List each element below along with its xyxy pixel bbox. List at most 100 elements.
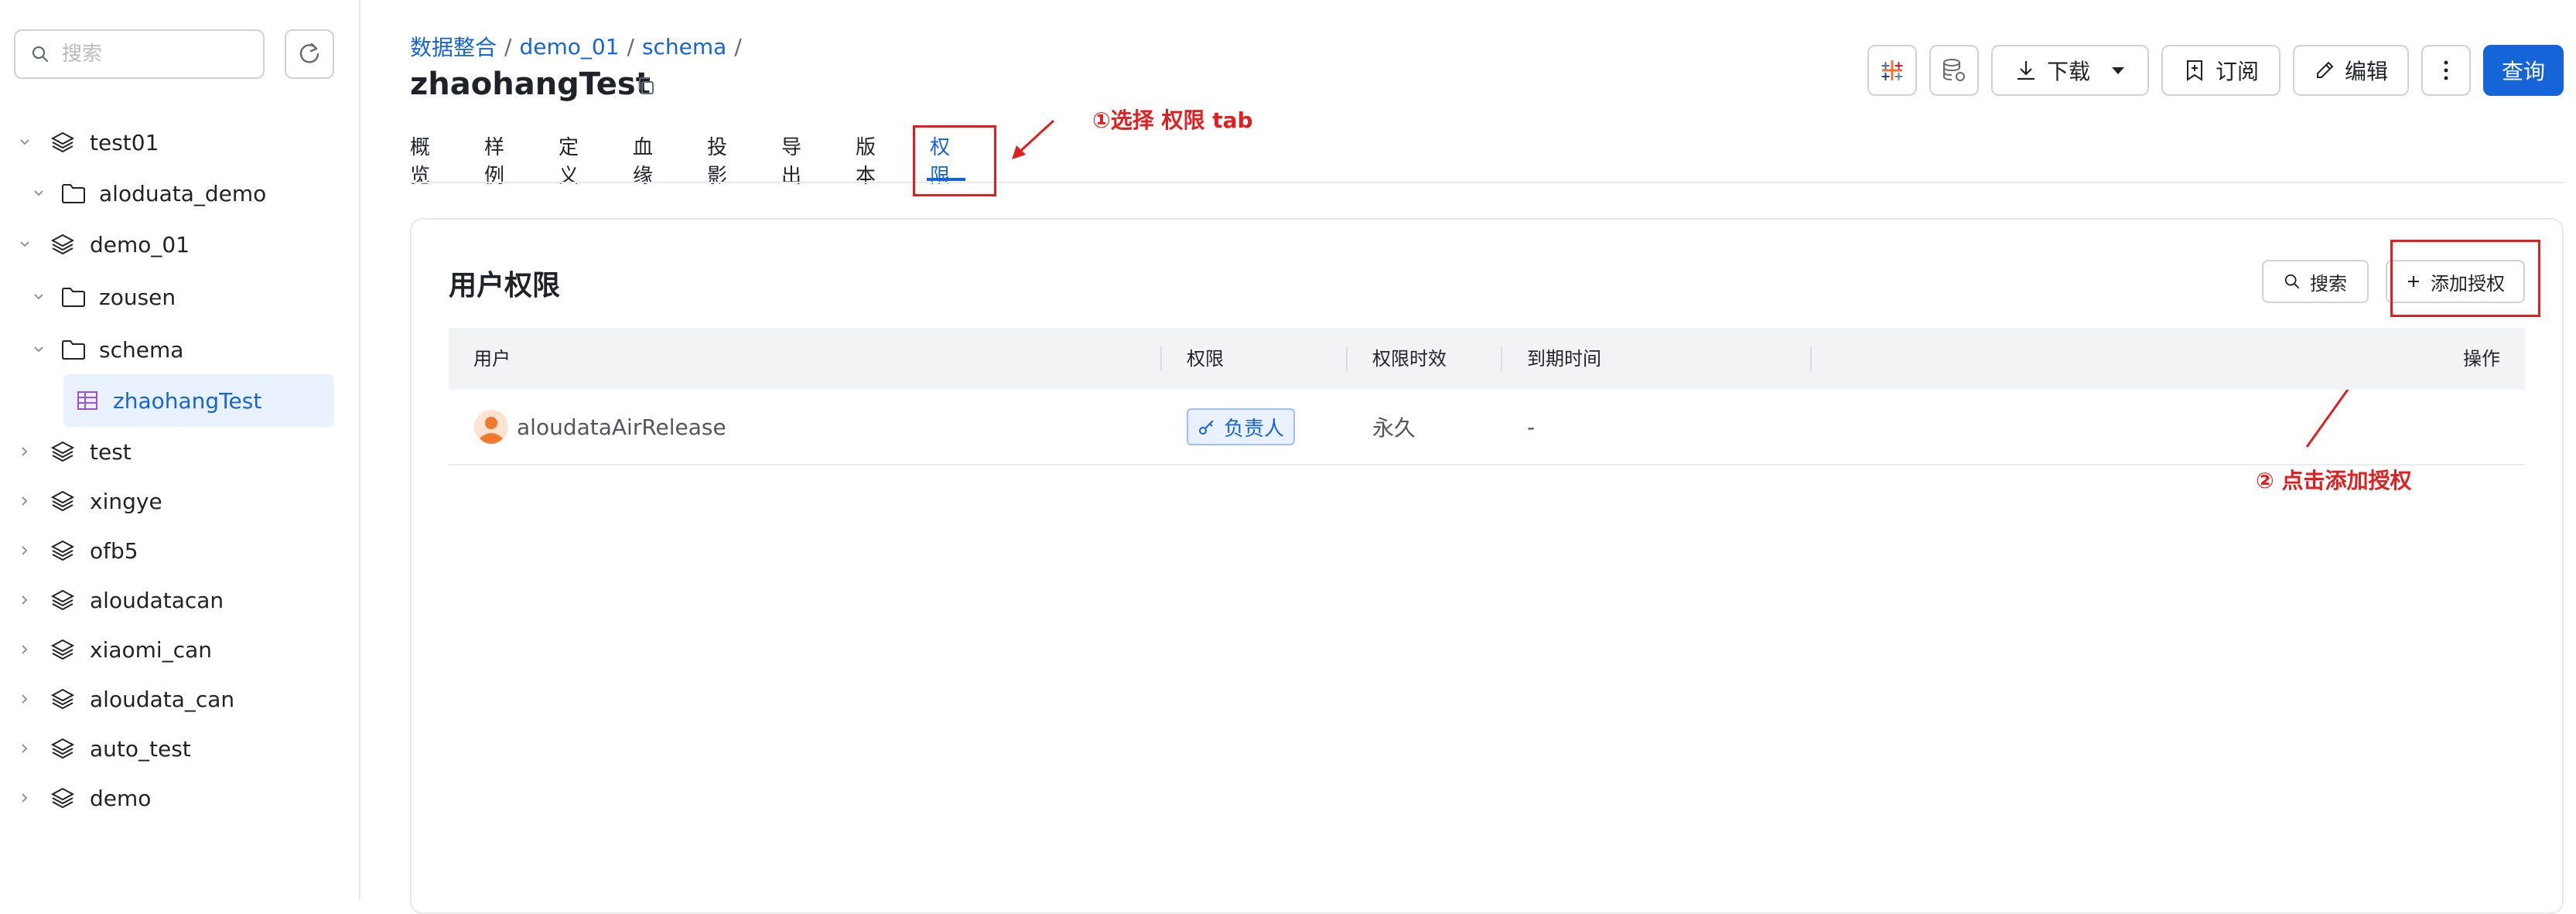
annotation-arrow-icon (1012, 119, 1055, 159)
column-divider[interactable] (1501, 346, 1502, 371)
tab-export[interactable]: 导出 (781, 131, 801, 189)
tree-item-zhaohangTest[interactable]: zhaohangTest (63, 374, 334, 427)
breadcrumb-item[interactable]: schema (642, 34, 726, 60)
column-header-user: 用户 (473, 348, 511, 370)
permission-cell: 负责人 (1187, 390, 1296, 464)
database-layers-icon (50, 686, 76, 712)
tab-lineage[interactable]: 血缘 (633, 131, 653, 189)
search-button[interactable]: 搜索 (2262, 260, 2369, 303)
chevron-down-icon[interactable] (15, 235, 34, 254)
tab-definition[interactable]: 定义 (559, 131, 579, 189)
database-layers-icon (50, 785, 76, 811)
validity-cell: 永久 (1372, 415, 1416, 441)
column-divider[interactable] (1346, 346, 1348, 371)
database-layers-icon (50, 735, 76, 762)
database-button[interactable] (1929, 45, 1979, 96)
download-icon (2014, 59, 2038, 82)
copy-icon[interactable] (636, 76, 656, 96)
chevron-right-icon[interactable] (15, 442, 34, 461)
tree-item-demo[interactable]: demo (15, 778, 151, 818)
tree-item-ofb5[interactable]: ofb5 (15, 530, 138, 571)
annotation-step2: ② 点击添加授权 (2256, 468, 2412, 493)
avatar (473, 409, 509, 445)
chevron-right-icon[interactable] (15, 541, 34, 560)
role-label: 负责人 (1224, 417, 1285, 441)
refresh-button[interactable] (285, 29, 334, 79)
column-divider[interactable] (1810, 346, 1812, 371)
edit-button[interactable]: 编辑 (2293, 45, 2409, 96)
chevron-down-icon[interactable] (29, 184, 48, 203)
tree-item-test01[interactable]: test01 (15, 122, 159, 162)
key-icon (1197, 418, 1216, 436)
user-cell: aloudataAirRelease (473, 390, 726, 464)
chevron-right-icon[interactable] (15, 640, 34, 659)
more-button[interactable] (2421, 45, 2471, 96)
database-layers-icon (50, 587, 76, 613)
tree-item-xingye[interactable]: xingye (15, 481, 162, 521)
search-icon (31, 45, 50, 63)
chevron-right-icon[interactable] (15, 492, 34, 510)
chevron-right-icon[interactable] (15, 591, 34, 609)
column-divider[interactable] (1160, 346, 1162, 371)
bookmark-add-icon (2183, 59, 2206, 82)
tree-item-aloduata_demo[interactable]: aloduata_demo (29, 173, 266, 213)
sidebar: test01 aloduata_demo demo_01 zousen sche… (0, 0, 360, 900)
query-button[interactable]: 查询 (2483, 45, 2564, 96)
chevron-right-icon[interactable] (15, 739, 34, 758)
annotation-box-tab (913, 125, 996, 196)
tree-item-schema[interactable]: schema (29, 329, 183, 370)
chevron-down-icon[interactable] (15, 133, 34, 152)
folder-icon (60, 284, 87, 310)
folder-icon (60, 180, 87, 206)
chevron-right-icon[interactable] (15, 789, 34, 807)
tab-projection[interactable]: 投影 (707, 131, 727, 189)
tree-item-label: schema (99, 336, 184, 363)
tab-versions[interactable]: 版本 (856, 131, 876, 189)
tree-item-label: zhaohangTest (113, 387, 262, 414)
tree-item-aloudatacan[interactable]: aloudatacan (15, 580, 224, 620)
section-title: 用户权限 (449, 270, 561, 302)
breadcrumb-item[interactable]: demo_01 (519, 34, 619, 60)
breadcrumb-separator: / (504, 33, 512, 60)
tree-item-label: aloudatacan (90, 587, 224, 613)
chevron-down-icon[interactable] (29, 340, 48, 359)
column-header-permission: 权限 (1187, 348, 1224, 370)
edit-label: 编辑 (2344, 59, 2388, 84)
tree-item-test[interactable]: test (15, 431, 132, 472)
subscribe-button[interactable]: 订阅 (2161, 45, 2280, 96)
chevron-down-icon[interactable] (29, 288, 48, 306)
database-layers-icon (50, 231, 76, 257)
tree-item-demo_01[interactable]: demo_01 (15, 224, 190, 264)
role-tag: 负责人 (1187, 408, 1296, 445)
tree-item-label: aloudata_can (90, 686, 235, 712)
query-label: 查询 (2501, 59, 2545, 84)
tab-overview[interactable]: 概览 (410, 131, 430, 189)
tree-item-auto_test[interactable]: auto_test (15, 728, 191, 769)
search-label: 搜索 (2310, 272, 2347, 295)
sidebar-search[interactable] (14, 29, 265, 79)
sidebar-search-input[interactable] (60, 42, 249, 67)
download-label: 下载 (2046, 59, 2090, 84)
tree-item-label: xiaomi_can (90, 636, 212, 663)
breadcrumb-separator: / (734, 33, 742, 60)
breadcrumb-item[interactable]: 数据整合 (410, 31, 497, 62)
download-button[interactable]: 下载 (1991, 45, 2149, 96)
annotation-step1: ①选择 权限 tab (1092, 107, 1253, 133)
tree-item-label: demo (90, 785, 152, 811)
subscribe-label: 订阅 (2215, 59, 2259, 84)
tree-item-aloudata_can[interactable]: aloudata_can (15, 679, 234, 719)
database-layers-icon (50, 537, 76, 564)
tree-item-xiaomi_can[interactable]: xiaomi_can (15, 629, 212, 670)
more-vertical-icon (2442, 59, 2450, 82)
pencil-icon (2314, 60, 2335, 81)
tree-item-zousen[interactable]: zousen (29, 277, 176, 317)
database-layers-icon (50, 438, 76, 465)
chevron-right-icon[interactable] (15, 690, 34, 708)
page-title: zhaohangTest (410, 67, 651, 102)
tab-samples[interactable]: 样例 (484, 131, 504, 189)
tree-item-label: demo_01 (90, 231, 190, 257)
tableau-button[interactable] (1867, 45, 1917, 96)
breadcrumb: 数据整合 / demo_01 / schema / (410, 31, 742, 62)
tree-item-label: test (90, 438, 132, 465)
refresh-icon (296, 41, 323, 67)
